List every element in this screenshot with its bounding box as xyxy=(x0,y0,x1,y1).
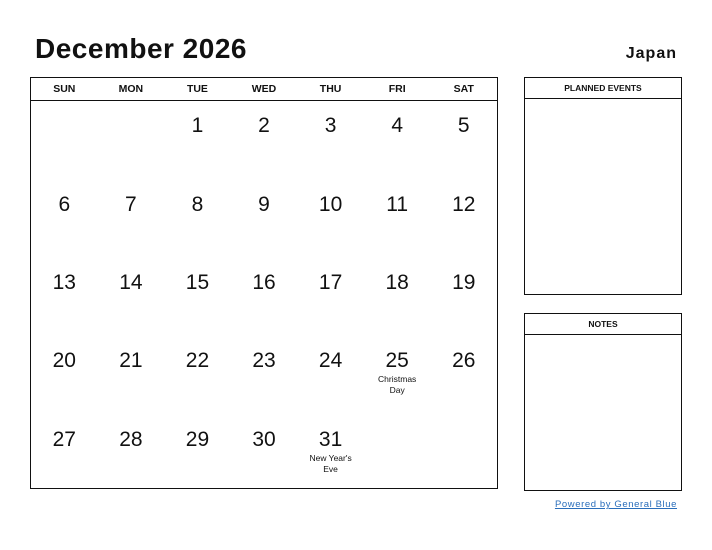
day-cell xyxy=(31,101,98,179)
day-cell: 17 xyxy=(297,258,364,336)
day-number: 17 xyxy=(318,271,343,294)
week-row: 20 21 22 23 24 25 Christmas Day 26 xyxy=(31,336,497,414)
day-cell: 22 xyxy=(164,336,231,414)
planned-events-panel: PLANNED EVENTS xyxy=(524,77,682,295)
week-row: 1 2 3 4 5 xyxy=(31,101,497,179)
day-number: 31 xyxy=(318,428,343,451)
day-cell: 12 xyxy=(430,180,497,258)
day-cell: 18 xyxy=(364,258,431,336)
day-number: 2 xyxy=(258,114,270,137)
day-cell xyxy=(98,101,165,179)
weekday-sun: SUN xyxy=(53,83,76,95)
day-number: 18 xyxy=(385,271,409,294)
day-number: 25 xyxy=(385,349,409,372)
day-number: 9 xyxy=(258,193,270,216)
day-cell: 23 xyxy=(231,336,298,414)
weekday-wed: WED xyxy=(251,83,277,95)
day-cell: 25 Christmas Day xyxy=(364,336,431,414)
weeks-container: 1 2 3 4 5 6 7 8 9 10 11 12 13 14 15 16 17 18 19 20 21 22 23 24 2… xyxy=(31,101,497,488)
day-cell: 11 xyxy=(364,180,431,258)
holiday-label: New Year's Eve xyxy=(309,453,352,474)
day-cell xyxy=(430,415,497,493)
day-number: 13 xyxy=(52,271,76,294)
day-number: 10 xyxy=(318,193,343,216)
day-number: 23 xyxy=(252,349,276,372)
week-row: 6 7 8 9 10 11 12 xyxy=(31,180,497,258)
day-cell: 26 xyxy=(430,336,497,414)
day-cell: 13 xyxy=(31,258,98,336)
day-cell: 27 xyxy=(31,415,98,493)
day-number: 22 xyxy=(185,349,210,372)
day-cell: 9 xyxy=(231,180,298,258)
day-number: 6 xyxy=(58,193,71,216)
day-cell: 28 xyxy=(98,415,165,493)
day-number: 24 xyxy=(318,349,343,372)
weekday-tue: TUE xyxy=(186,83,208,95)
day-cell: 7 xyxy=(98,180,165,258)
day-cell: 16 xyxy=(231,258,298,336)
day-cell: 29 xyxy=(164,415,231,493)
day-number: 27 xyxy=(52,428,76,451)
day-cell xyxy=(364,415,431,493)
weekday-fri: FRI xyxy=(388,83,406,95)
holiday-label: Christmas Day xyxy=(378,374,417,395)
day-cell: 30 xyxy=(231,415,298,493)
day-cell: 3 xyxy=(297,101,364,179)
weekday-sat: SAT xyxy=(453,83,474,95)
day-number: 7 xyxy=(125,193,137,216)
planned-events-heading: PLANNED EVENTS xyxy=(525,78,681,99)
week-row: 27 28 29 30 31 New Year's Eve xyxy=(31,415,497,493)
day-cell: 10 xyxy=(297,180,364,258)
day-number: 20 xyxy=(52,349,76,372)
day-number: 14 xyxy=(119,271,143,294)
day-cell: 6 xyxy=(31,180,98,258)
day-number: 19 xyxy=(452,271,476,294)
weekday-mon: MON xyxy=(118,83,144,95)
day-number: 28 xyxy=(119,428,143,451)
day-cell: 31 New Year's Eve xyxy=(297,415,364,493)
day-number: 30 xyxy=(252,428,276,451)
powered-by-link[interactable]: Powered by General Blue xyxy=(555,499,677,510)
day-cell: 15 xyxy=(164,258,231,336)
day-number: 11 xyxy=(386,193,409,216)
day-number: 1 xyxy=(191,114,204,137)
day-number: 29 xyxy=(185,428,210,451)
day-number: 26 xyxy=(452,349,476,372)
calendar-grid: SUN MON TUE WED THU FRI SAT 1 2 3 4 5 6 7 8 9 10 1… xyxy=(30,77,498,489)
weekday-thu: THU xyxy=(319,83,342,95)
day-cell: 1 xyxy=(164,101,231,179)
day-cell: 24 xyxy=(297,336,364,414)
day-number: 12 xyxy=(452,193,476,216)
day-number: 5 xyxy=(457,114,470,137)
page-title: December 2026 xyxy=(35,33,247,64)
day-cell: 5 xyxy=(430,101,497,179)
day-number: 21 xyxy=(119,349,143,372)
day-cell: 21 xyxy=(98,336,165,414)
day-cell: 19 xyxy=(430,258,497,336)
day-cell: 14 xyxy=(98,258,165,336)
day-number: 15 xyxy=(185,271,210,294)
week-row: 13 14 15 16 17 18 19 xyxy=(31,258,497,336)
notes-heading: NOTES xyxy=(525,314,681,335)
day-number: 8 xyxy=(191,193,204,216)
day-cell: 4 xyxy=(364,101,431,179)
weekday-header: SUN MON TUE WED THU FRI SAT xyxy=(31,78,497,101)
day-number: 4 xyxy=(391,114,404,137)
day-number: 16 xyxy=(252,271,276,294)
day-cell: 2 xyxy=(231,101,298,179)
day-number: 3 xyxy=(324,114,337,137)
day-cell: 20 xyxy=(31,336,98,414)
day-cell: 8 xyxy=(164,180,231,258)
country-label: Japan xyxy=(625,45,677,62)
notes-panel: NOTES xyxy=(524,313,682,491)
